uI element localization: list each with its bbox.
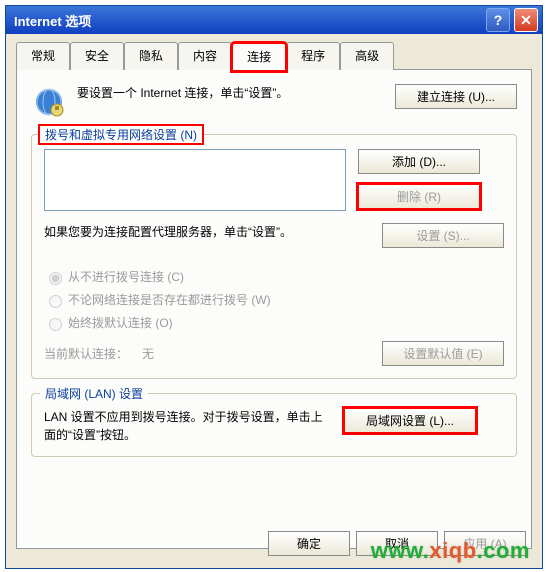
radio-always-input: [49, 318, 62, 331]
radio-whenever-label: 不论网络连接是否存在都进行拨号 (W): [68, 291, 271, 308]
tab-programs[interactable]: 程序: [286, 42, 340, 70]
tab-advanced[interactable]: 高级: [340, 42, 394, 70]
title-bar[interactable]: Internet 选项 ? ✕: [6, 6, 542, 34]
tab-security[interactable]: 安全: [70, 42, 124, 70]
close-icon: ✕: [520, 12, 532, 29]
help-icon: ?: [494, 12, 503, 28]
radio-never-label: 从不进行拨号连接 (C): [68, 268, 184, 285]
intro-text: 要设置一个 Internet 连接，单击“设置”。: [77, 84, 385, 102]
tab-bar: 常规 安全 隐私 内容 连接 程序 高级: [6, 34, 542, 70]
watermark: www.xiqb.com: [371, 538, 530, 564]
delete-button[interactable]: 删除 (R): [358, 184, 480, 209]
radio-never-input: [49, 272, 62, 285]
default-connection-value: 无: [142, 345, 382, 362]
radio-always: 始终拨默认连接 (O): [44, 314, 504, 331]
connections-panel: 要设置一个 Internet 连接，单击“设置”。 建立连接 (U)... 拨号…: [16, 69, 532, 549]
proxy-text: 如果您要为连接配置代理服务器，单击“设置”。: [44, 223, 372, 241]
watermark-prefix: www.: [371, 538, 430, 563]
setup-connection-button[interactable]: 建立连接 (U)...: [395, 84, 517, 109]
default-connection-label: 当前默认连接：: [44, 345, 128, 362]
globe-icon: [31, 84, 67, 120]
connections-listbox[interactable]: [44, 149, 346, 211]
dialup-vpn-fieldset: 拨号和虚拟专用网络设置 (N) 添加 (D)... 删除 (R) 如果您要为连接…: [31, 134, 517, 379]
tab-privacy[interactable]: 隐私: [124, 42, 178, 70]
lan-text: LAN 设置不应用到拨号连接。对于拨号设置，单击上面的“设置”按钮。: [44, 408, 334, 444]
radio-always-label: 始终拨默认连接 (O): [68, 314, 173, 331]
close-button[interactable]: ✕: [514, 8, 538, 32]
help-button[interactable]: ?: [486, 8, 510, 32]
window-title: Internet 选项: [14, 11, 91, 30]
dial-options: 从不进行拨号连接 (C) 不论网络连接是否存在都进行拨号 (W) 始终拨默认连接…: [44, 268, 504, 331]
watermark-suffix: .com: [477, 538, 530, 563]
tab-connections[interactable]: 连接: [232, 43, 286, 71]
radio-whenever: 不论网络连接是否存在都进行拨号 (W): [44, 291, 504, 308]
dialup-vpn-legend: 拨号和虚拟专用网络设置 (N): [40, 126, 202, 143]
radio-never: 从不进行拨号连接 (C): [44, 268, 504, 285]
radio-whenever-input: [49, 295, 62, 308]
settings-button: 设置 (S)...: [382, 223, 504, 248]
add-button[interactable]: 添加 (D)...: [358, 149, 480, 174]
internet-options-dialog: Internet 选项 ? ✕ 常规 安全 隐私 内容 连接 程序 高级 要设置…: [5, 5, 543, 569]
lan-fieldset: 局域网 (LAN) 设置 LAN 设置不应用到拨号连接。对于拨号设置，单击上面的…: [31, 393, 517, 457]
watermark-highlight: xiqb: [429, 538, 476, 563]
tab-general[interactable]: 常规: [16, 42, 70, 70]
set-default-button: 设置默认值 (E): [382, 341, 504, 366]
tab-content[interactable]: 内容: [178, 42, 232, 70]
ok-button[interactable]: 确定: [268, 531, 350, 556]
lan-legend: 局域网 (LAN) 设置: [40, 385, 148, 402]
lan-settings-button[interactable]: 局域网设置 (L)...: [344, 408, 476, 433]
